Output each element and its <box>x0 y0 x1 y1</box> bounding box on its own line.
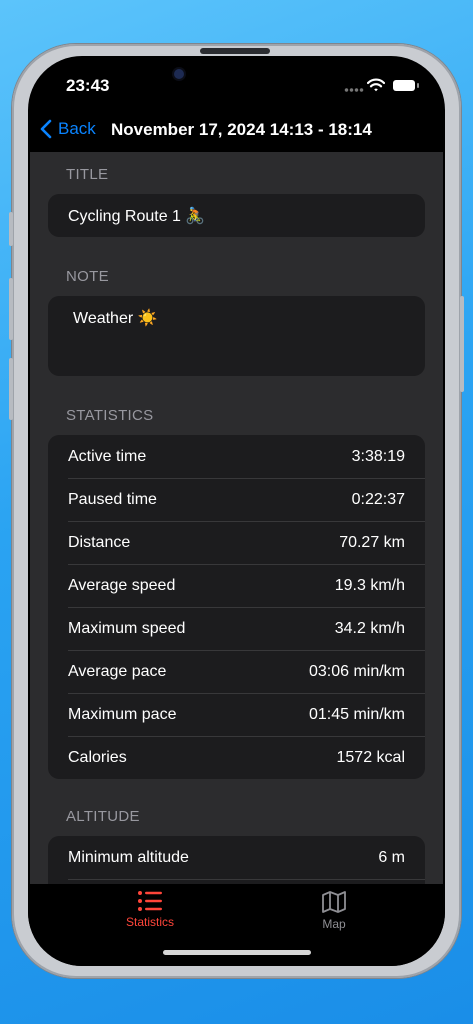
home-indicator <box>163 950 311 955</box>
stat-value: 0:22:37 <box>351 490 405 508</box>
wifi-icon <box>367 78 385 92</box>
stat-label: Maximum speed <box>68 619 186 637</box>
stat-label: Active time <box>68 447 147 465</box>
stat-value: 34.2 km/h <box>334 619 405 637</box>
stat-row-calories: Calories 1572 kcal <box>48 736 425 779</box>
note-value: Weather ☀️ <box>73 310 158 327</box>
stat-row-distance: Distance 70.27 km <box>48 521 425 564</box>
note-field[interactable]: Weather ☀️ <box>48 296 425 376</box>
stat-value: 6 m <box>378 848 405 866</box>
navigation-bar: Back November 17, 2024 14:13 - 18:14 <box>28 114 445 152</box>
list-icon <box>138 891 162 911</box>
altitude-section-header: ALTITUDE <box>66 808 140 825</box>
action-button <box>9 212 13 246</box>
statistics-list: Active time 3:38:19 Paused time 0:22:37 … <box>48 435 425 779</box>
chevron-left-icon <box>40 119 52 139</box>
stat-value: 01:45 min/km <box>308 705 405 723</box>
phone-screen: 23:43 Back November 17, 2024 14:13 - 18:… <box>28 56 445 966</box>
altitude-list: Minimum altitude 6 m <box>48 836 425 884</box>
earpiece-speaker <box>200 48 270 54</box>
stat-label: Calories <box>68 748 127 766</box>
detail-content[interactable]: TITLE Cycling Route 1 🚴 NOTE Weather ☀️ … <box>30 152 443 884</box>
front-camera <box>174 69 184 79</box>
stat-label: Average speed <box>68 576 176 594</box>
stat-value: 1572 kcal <box>336 748 406 766</box>
power-button <box>460 296 464 392</box>
back-label: Back <box>58 119 96 138</box>
signal-dots-icon <box>344 88 364 92</box>
note-section-header: NOTE <box>66 268 109 285</box>
title-section-header: TITLE <box>66 166 109 183</box>
tab-statistics[interactable]: Statistics <box>110 890 190 940</box>
stat-label: Paused time <box>68 490 157 508</box>
stat-value: 3:38:19 <box>351 447 405 465</box>
stat-label: Distance <box>68 533 131 551</box>
stat-row-paused-time: Paused time 0:22:37 <box>48 478 425 521</box>
tab-bar: Statistics Map <box>28 884 445 966</box>
tab-statistics-label: Statistics <box>125 915 174 929</box>
tab-map-label: Map <box>322 917 346 931</box>
stat-row-maximum-speed: Maximum speed 34.2 km/h <box>48 607 425 650</box>
statistics-section-header: STATISTICS <box>66 407 154 424</box>
tab-map[interactable]: Map <box>294 890 374 940</box>
title-value: Cycling Route 1 🚴 <box>68 208 206 225</box>
stat-label: Maximum pace <box>68 705 177 723</box>
altitude-row-minimum: Minimum altitude 6 m <box>48 836 425 879</box>
volume-down-button <box>9 358 13 420</box>
title-field[interactable]: Cycling Route 1 🚴 <box>48 194 425 237</box>
stat-label: Average pace <box>68 662 167 680</box>
stat-row-average-speed: Average speed 19.3 km/h <box>48 564 425 607</box>
status-time: 23:43 <box>66 76 110 95</box>
stat-row-active-time: Active time 3:38:19 <box>48 435 425 478</box>
back-button[interactable]: Back <box>40 119 96 139</box>
stat-row-maximum-pace: Maximum pace 01:45 min/km <box>48 693 425 736</box>
stat-value: 19.3 km/h <box>334 576 405 594</box>
volume-up-button <box>9 278 13 340</box>
stat-row-average-pace: Average pace 03:06 min/km <box>48 650 425 693</box>
map-icon <box>322 891 346 913</box>
stat-value: 03:06 min/km <box>308 662 405 680</box>
stat-value: 70.27 km <box>339 533 405 551</box>
page-title: November 17, 2024 14:13 - 18:14 <box>111 120 372 139</box>
stat-label: Minimum altitude <box>68 848 189 866</box>
status-bar: 23:43 <box>28 56 445 114</box>
battery-icon <box>393 80 419 91</box>
